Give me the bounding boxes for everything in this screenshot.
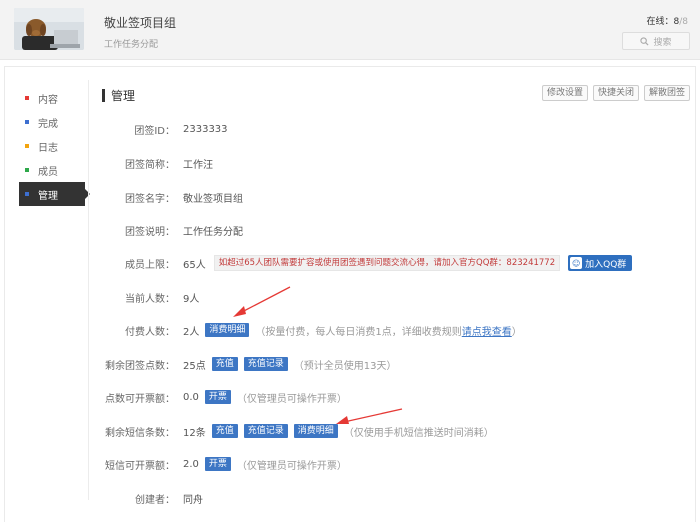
edit-settings-button[interactable]: 修改设置 [541,85,588,101]
sidebar-item-label: 内容 [38,94,58,106]
paid-note: （按量付费，每人每日消费1点，详细收费规则请点我查看） [255,323,521,338]
title-mark [102,89,105,102]
pricing-rules-link[interactable]: 请点我查看 [462,327,512,338]
row-full-name: 团签名字： 敬业签项目组 [90,188,243,206]
sidebar: 内容 完成 日志 成员 管理 [19,86,90,206]
online-total: /8 [679,17,688,27]
row-short-name: 团签简称： 工作汪 [90,154,213,172]
join-qq-label: 加入QQ群 [585,259,627,270]
points-invoice-note: （仅管理员可操作开票） [236,393,347,405]
row-current-members: 当前人数： 9人 [90,288,199,306]
row-member-limit: 成员上限： 65人 如超过65人团队需要扩容或使用团签遇到问题交流心得，请加入官… [90,254,633,272]
dog-avatar-image [14,8,84,50]
remaining-points-value: 25点 [183,360,206,372]
search-button[interactable]: 搜索 [622,32,690,50]
qq-group-notice: 如超过65人团队需要扩容或使用团签遇到问题交流心得，请加入官方QQ群：82324… [213,255,561,271]
points-invoice-value: 0.0 [183,391,199,403]
sidebar-item-done[interactable]: 完成 [19,110,85,134]
sms-note: （仅使用手机短信推送时间消耗） [343,427,494,439]
remaining-points-label: 剩余团签点数： [105,360,175,372]
points-invoice-label: 点数可开票额： [105,393,175,405]
description-value: 工作任务分配 [183,226,243,238]
sms-invoice-value: 2.0 [183,458,199,470]
group-header: 敬业签项目组 工作任务分配 在线：8/8 搜索 [0,0,700,60]
remaining-sms-label: 剩余短信条数： [105,427,175,439]
sidebar-item-label: 成员 [38,166,58,178]
sms-invoice-button[interactable]: 开票 [204,457,231,471]
dot-icon [25,96,29,100]
online-status: 在线：8/8 [646,14,688,27]
group-id-label: 团签ID： [134,125,175,137]
member-limit-label: 成员上限： [125,259,175,271]
quick-close-button[interactable]: 快捷关闭 [592,85,639,101]
dot-icon [25,120,29,124]
paid-consumption-detail-button[interactable]: 消费明细 [205,323,250,337]
full-name-label: 团签名字： [125,193,175,205]
short-name-label: 团签简称： [125,159,175,171]
points-invoice-button[interactable]: 开票 [204,390,231,404]
description-label: 团签说明： [125,226,175,238]
sms-invoice-note: （仅管理员可操作开票） [236,460,347,472]
group-name: 敬业签项目组 [104,16,177,30]
creator-value: 同舟 [183,494,203,506]
sidebar-item-label: 日志 [38,142,58,154]
sms-recharge-history-button[interactable]: 充值记录 [243,424,288,438]
sidebar-item-label: 完成 [38,118,58,130]
online-label: 在线： [646,17,674,27]
join-qq-group-button[interactable]: ☺ 加入QQ群 [568,255,633,271]
current-members-label: 当前人数： [125,293,175,305]
group-avatar[interactable] [14,8,84,50]
action-buttons: 修改设置 快捷关闭 解散团签 [541,85,690,101]
sidebar-item-content[interactable]: 内容 [19,86,85,110]
dot-icon [25,192,29,196]
points-note: （预计全员使用13天） [293,360,397,372]
row-points-invoice: 点数可开票额： 0.0 开票 （仅管理员可操作开票） [90,388,347,406]
row-remaining-sms: 剩余短信条数： 12条 充值 充值记录 消费明细 （仅使用手机短信推送时间消耗） [90,422,494,440]
creator-label: 创建者： [135,494,175,506]
points-recharge-history-button[interactable]: 充值记录 [243,357,288,371]
dot-icon [25,144,29,148]
row-paid-members: 付费人数： 2人 消费明细 （按量付费，每人每日消费1点，详细收费规则请点我查看… [90,321,522,339]
row-description: 团签说明： 工作任务分配 [90,221,243,239]
remaining-sms-value: 12条 [183,427,206,439]
sidebar-item-members[interactable]: 成员 [19,158,85,182]
group-description: 工作任务分配 [104,40,159,50]
sms-invoice-label: 短信可开票额： [105,460,175,472]
search-icon [640,36,649,46]
group-id-value: 2333333 [183,123,228,135]
row-remaining-points: 剩余团签点数： 25点 充值 充值记录 （预计全员使用13天） [90,355,397,373]
sidebar-item-label: 管理 [38,190,58,202]
member-limit-value: 65人 [183,259,206,271]
dissolve-group-button[interactable]: 解散团签 [643,85,690,101]
qq-icon: ☺ [570,257,583,269]
current-members-value: 9人 [183,293,200,305]
paid-note-suffix: ） [511,326,522,338]
paid-note-prefix: （按量付费，每人每日消费1点，详细收费规则 [255,326,462,338]
points-recharge-button[interactable]: 充值 [211,357,238,371]
paid-members-value: 2人 [183,326,200,338]
row-sms-invoice: 短信可开票额： 2.0 开票 （仅管理员可操作开票） [90,455,347,473]
page-title: 管理 [111,89,136,103]
dot-icon [25,168,29,172]
sms-consumption-detail-button[interactable]: 消费明细 [293,424,338,438]
sidebar-item-manage[interactable]: 管理 [19,182,90,206]
paid-members-label: 付费人数： [125,326,175,338]
section-title: 管理 [102,87,135,104]
search-label: 搜索 [653,37,672,48]
sidebar-item-log[interactable]: 日志 [19,134,85,158]
sms-recharge-button[interactable]: 充值 [211,424,238,438]
row-creator: 创建者： 同舟 [90,489,203,507]
row-group-id: 团签ID： 2333333 [90,120,228,138]
divider [88,80,89,500]
short-name-value: 工作汪 [183,159,213,171]
full-name-value: 敬业签项目组 [183,193,243,205]
